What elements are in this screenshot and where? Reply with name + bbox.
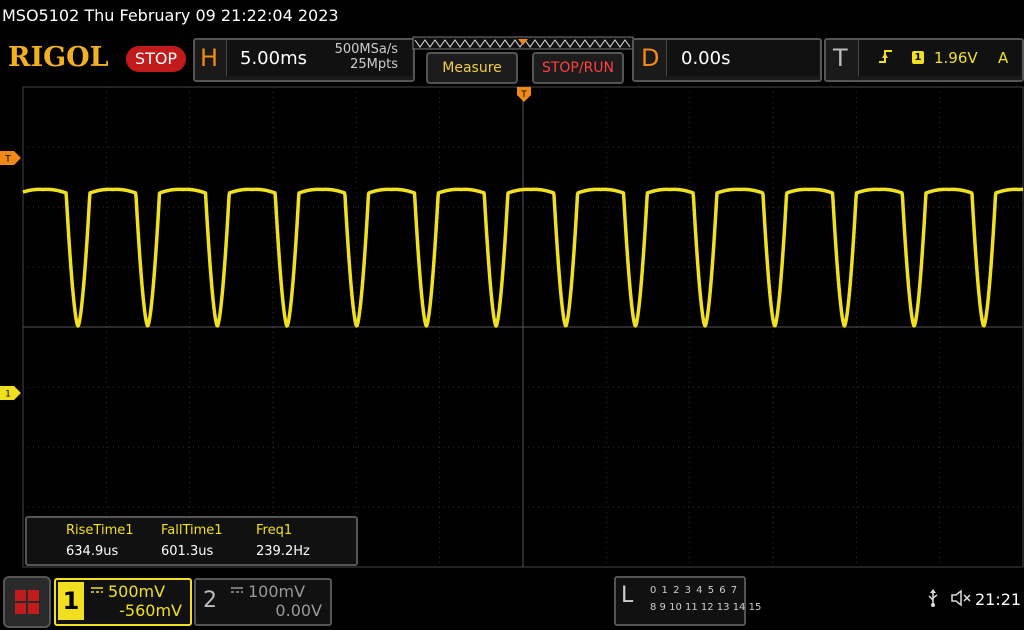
- measurement-label-rise: RiseTime1: [66, 523, 134, 538]
- trigger-level-label: T: [4, 155, 11, 165]
- waveform-display[interactable]: [0, 0, 1024, 570]
- channel-1-number: 1: [58, 582, 84, 620]
- grid-menu-icon: [15, 590, 39, 614]
- measurement-value-rise: 634.9us: [66, 544, 119, 559]
- channel-2-number: 2: [203, 588, 217, 613]
- channel-1-scale: 500mV: [108, 582, 166, 601]
- measurement-value-freq: 239.2Hz: [256, 544, 310, 559]
- measurement-label-fall: FallTime1: [161, 523, 223, 538]
- channel-2-offset: 0.00V: [275, 601, 322, 620]
- logic-analyzer-panel[interactable]: [614, 576, 746, 626]
- channel-1-offset: -560mV: [119, 601, 182, 620]
- usb-icon: [928, 589, 938, 607]
- trigger-position-label: T: [520, 90, 527, 100]
- trigger-position-marker-icon[interactable]: T: [516, 86, 532, 108]
- system-clock: 21:21: [975, 590, 1022, 609]
- trigger-level-marker-icon[interactable]: T: [0, 151, 22, 165]
- digital-channels-row-2: 8 9 10 11 12 13 14 15: [650, 602, 762, 613]
- measurement-value-fall: 601.3us: [161, 544, 214, 559]
- logic-analyzer-letter: L: [621, 583, 634, 608]
- measurement-label-freq: Freq1: [256, 523, 293, 538]
- dc-coupling-icon: [91, 587, 103, 593]
- digital-channels-row-1: 0 1 2 3 4 5 6 7: [650, 585, 739, 596]
- main-menu-button[interactable]: [3, 576, 51, 628]
- ch1-ground-label: 1: [5, 390, 11, 400]
- ch1-ground-marker-icon[interactable]: 1: [0, 386, 22, 400]
- dc-coupling-icon: [231, 587, 243, 593]
- speaker-muted-icon[interactable]: [950, 589, 972, 607]
- channel-2-scale: 100mV: [248, 582, 306, 601]
- graticule: [22, 86, 1024, 568]
